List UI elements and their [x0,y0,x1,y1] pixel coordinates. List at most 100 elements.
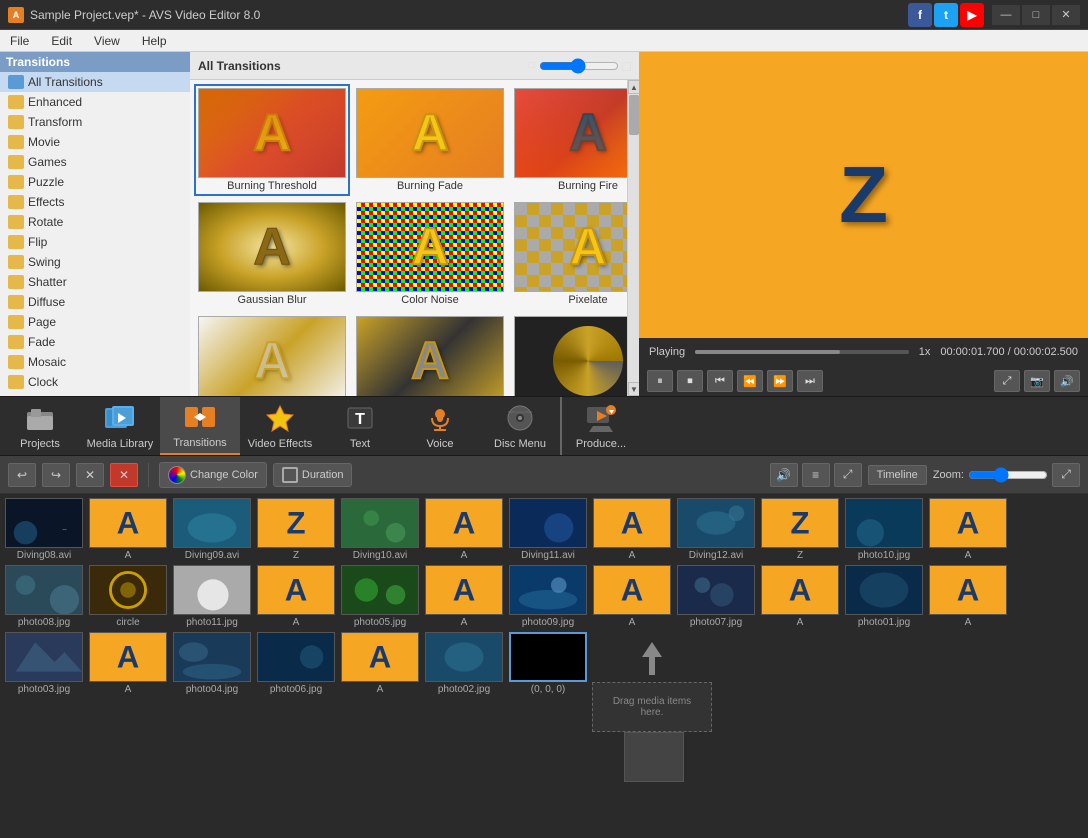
sidebar-item-diffuse[interactable]: Diffuse [0,292,190,312]
sidebar-item-enhanced[interactable]: Enhanced [0,92,190,112]
transition-burning-threshold[interactable]: A Burning Threshold [194,84,350,196]
change-color-button[interactable]: Change Color [159,462,267,488]
list-item[interactable]: photo08.jpg [4,565,84,628]
facebook-icon[interactable]: f [908,3,932,27]
zoom-expand-button[interactable]: ⤢ [1052,463,1080,487]
list-item[interactable]: Diving10.avi [340,498,420,561]
transition-flash-dark[interactable]: A Flash Dark [352,312,508,396]
delete-button-1[interactable]: ✕ [76,463,104,487]
next-button[interactable]: ⏭ [797,370,823,392]
sidebar-item-mosaic[interactable]: Mosaic [0,352,190,372]
rewind-button[interactable]: ⏪ [737,370,763,392]
transition-flash-light[interactable]: A Flash Light [194,312,350,396]
tool-transitions[interactable]: Transitions [160,397,240,455]
list-item[interactable]: Z Z [760,498,840,561]
expand-button[interactable]: ⤢ [834,463,862,487]
sidebar-item-shatter[interactable]: Shatter [0,272,190,292]
transition-burning-fade[interactable]: A Burning Fade [352,84,508,196]
redo-button[interactable]: ↪ [42,463,70,487]
list-item[interactable]: Diving11.avi [508,498,588,561]
list-item[interactable]: A A [592,565,672,628]
volume-button[interactable]: 🔊 [1054,370,1080,392]
list-item[interactable]: photo05.jpg [340,565,420,628]
sidebar-item-all-transitions[interactable]: All Transitions [0,72,190,92]
drop-zone[interactable]: Drag media items here. [592,682,712,732]
zoom-slider[interactable] [968,467,1048,483]
list-item[interactable]: Z Z [256,498,336,561]
youtube-icon[interactable]: ▶ [960,3,984,27]
tool-produce[interactable]: Produce... [560,397,640,455]
delete-button-2[interactable]: ✕ [110,463,138,487]
scroll-down-arrow[interactable]: ▼ [628,382,639,396]
close-button[interactable]: ✕ [1052,5,1080,25]
tool-projects[interactable]: Projects [0,397,80,455]
menu-view[interactable]: View [88,32,126,50]
list-item[interactable]: photo04.jpg [172,632,252,782]
scrollbar-thumb[interactable] [629,95,639,135]
list-item[interactable]: photo02.jpg [424,632,504,782]
sidebar-item-fade[interactable]: Fade [0,332,190,352]
list-item[interactable]: ~ Diving08.avi [4,498,84,561]
list-item[interactable]: photo11.jpg [172,565,252,628]
view-toggle-button[interactable]: ≡ [802,463,830,487]
list-item[interactable]: A A [928,565,1008,628]
sidebar-item-swing[interactable]: Swing [0,252,190,272]
list-item[interactable]: A A [340,632,420,782]
list-item[interactable]: (0, 0, 0) [508,632,588,782]
list-item[interactable]: photo06.jpg [256,632,336,782]
undo-button[interactable]: ↩ [8,463,36,487]
tool-media-library[interactable]: Media Library [80,397,160,455]
timeline-button[interactable]: Timeline [868,465,927,485]
list-item[interactable]: photo07.jpg [676,565,756,628]
menu-edit[interactable]: Edit [45,32,78,50]
list-item[interactable]: A A [424,498,504,561]
tool-video-effects[interactable]: Video Effects [240,397,320,455]
transition-twirl-clockwise[interactable]: Twirl Clockwise [510,312,627,396]
twitter-icon[interactable]: t [934,3,958,27]
tool-text[interactable]: T Text [320,397,400,455]
sidebar-item-effects[interactable]: Effects [0,192,190,212]
list-item[interactable]: circle [88,565,168,628]
transition-scrollbar[interactable]: ▲ ▼ [627,80,639,396]
maximize-button[interactable]: □ [1022,5,1050,25]
list-item[interactable]: A A [424,565,504,628]
sidebar-item-puzzle[interactable]: Puzzle [0,172,190,192]
list-item[interactable]: photo01.jpg [844,565,924,628]
stop-button[interactable]: ⏹ [677,370,703,392]
sidebar-item-games[interactable]: Games [0,152,190,172]
list-item[interactable]: Diving12.avi [676,498,756,561]
list-item[interactable]: photo09.jpg [508,565,588,628]
prev-button[interactable]: ⏮ [707,370,733,392]
sidebar-item-flip[interactable]: Flip [0,232,190,252]
transition-burning-fire[interactable]: A Burning Fire [510,84,627,196]
minimize-button[interactable]: — [992,5,1020,25]
list-item[interactable]: A A [928,498,1008,561]
menu-help[interactable]: Help [136,32,173,50]
fullscreen-button[interactable]: ⤢ [994,370,1020,392]
list-item[interactable]: photo10.jpg [844,498,924,561]
sidebar-item-clock[interactable]: Clock [0,372,190,392]
tool-disc-menu[interactable]: Disc Menu [480,397,560,455]
sidebar-item-movie[interactable]: Movie [0,132,190,152]
snapshot-button[interactable]: 📷 [1024,370,1050,392]
list-item[interactable]: A A [760,565,840,628]
tool-voice[interactable]: Voice [400,397,480,455]
duration-button[interactable]: Duration [273,463,353,487]
transition-pixelate[interactable]: A Pixelate [510,198,627,310]
audio-settings-button[interactable]: 🔊 [770,463,798,487]
list-item[interactable]: Diving09.avi [172,498,252,561]
transition-gaussian-blur[interactable]: A Gaussian Blur [194,198,350,310]
pause-button[interactable]: ⏸ [647,370,673,392]
sidebar-item-page[interactable]: Page [0,312,190,332]
forward-button[interactable]: ⏩ [767,370,793,392]
list-item[interactable]: A A [88,632,168,782]
list-item[interactable]: A A [88,498,168,561]
list-item[interactable]: A A [592,498,672,561]
transition-color-noise[interactable]: A Color Noise [352,198,508,310]
list-item[interactable]: A A [256,565,336,628]
menu-file[interactable]: File [4,32,35,50]
sidebar-item-transform[interactable]: Transform [0,112,190,132]
list-item[interactable]: photo03.jpg [4,632,84,782]
thumbnail-size-slider[interactable] [539,58,619,74]
sidebar-item-rotate[interactable]: Rotate [0,212,190,232]
